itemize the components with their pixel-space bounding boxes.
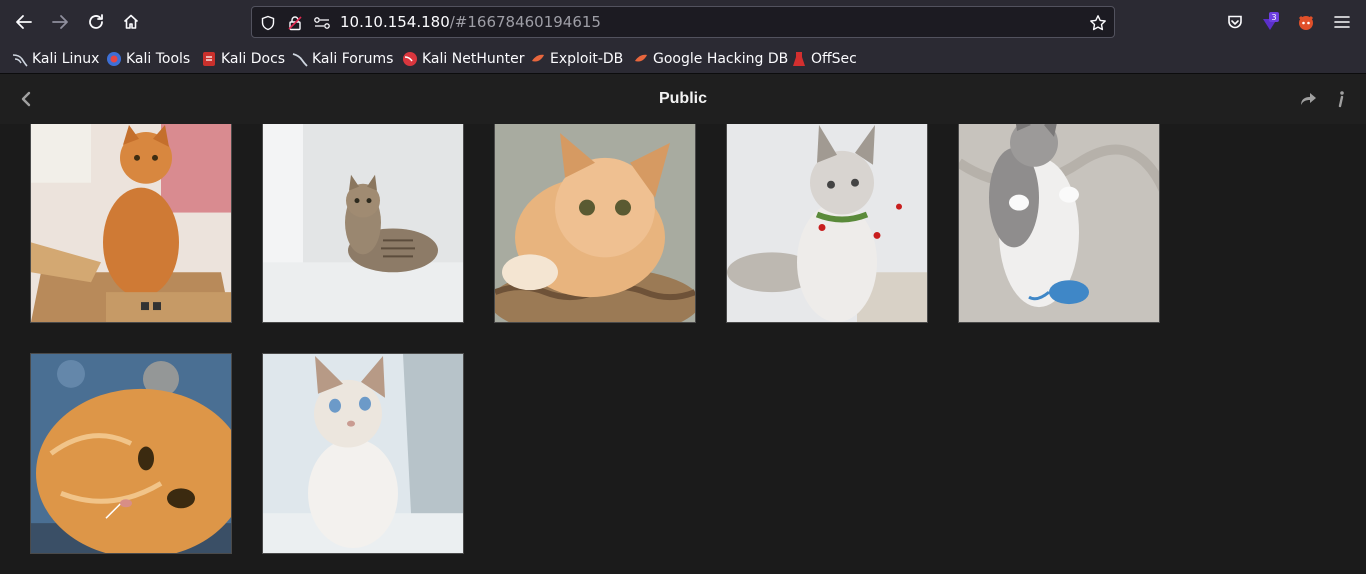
bookmark-kali-forums[interactable]: Kali Forums	[292, 49, 393, 69]
pocket-button[interactable]	[1220, 7, 1250, 37]
home-icon	[123, 14, 139, 29]
ghdb-icon	[633, 51, 649, 67]
url-host: 10.10.154.180	[340, 13, 450, 31]
reload-icon	[89, 14, 103, 29]
home-button[interactable]	[116, 7, 146, 37]
kali-dragon-icon	[12, 51, 28, 67]
bookmark-kali-tools[interactable]: Kali Tools	[106, 49, 190, 69]
browser-toolbar: 10.10.154.180/#16678460194615 3	[0, 0, 1366, 44]
fox-extension-icon	[1298, 15, 1314, 30]
insecure-lock-icon[interactable]	[285, 13, 305, 33]
photo-thumbnail[interactable]	[494, 124, 696, 323]
photo-thumbnail[interactable]	[262, 124, 464, 323]
bookmark-label: OffSec	[811, 51, 857, 67]
nethunter-icon	[402, 51, 418, 67]
bookmarks-toolbar: Kali Linux Kali Tools Kali Docs Kali For…	[0, 44, 1366, 74]
kali-docs-icon	[201, 51, 217, 67]
scrollbar[interactable]	[1360, 124, 1366, 574]
extension-fox-button[interactable]	[1291, 7, 1321, 37]
share-arrow-icon	[1301, 93, 1316, 105]
share-button[interactable]	[1298, 88, 1320, 110]
bookmark-label: Kali Linux	[32, 51, 100, 67]
url-path: /#16678460194615	[449, 13, 601, 31]
bookmark-label: Kali Tools	[126, 51, 191, 67]
offsec-icon	[791, 51, 807, 67]
bookmark-kali-linux[interactable]: Kali Linux	[12, 49, 99, 69]
bookmark-label: Kali Docs	[221, 51, 286, 67]
bookmark-google-hacking-db[interactable]: Google Hacking DB	[633, 49, 788, 69]
info-button[interactable]	[1330, 88, 1352, 110]
back-button[interactable]	[9, 7, 39, 37]
url-text[interactable]: 10.10.154.180/#16678460194615	[340, 13, 601, 31]
photo-thumbnail[interactable]	[30, 124, 232, 323]
page-title: Public	[658, 90, 707, 107]
shield-icon[interactable]	[258, 13, 278, 33]
photo-thumbnail[interactable]	[726, 124, 928, 323]
reload-button[interactable]	[81, 7, 111, 37]
info-icon	[1338, 91, 1344, 108]
photo-gallery	[0, 124, 1366, 574]
bookmark-label: Kali Forums	[312, 51, 394, 67]
bookmark-label: Kali NetHunter	[422, 51, 525, 67]
kali-tools-icon	[106, 51, 122, 67]
bookmark-exploit-db[interactable]: Exploit-DB	[530, 49, 623, 69]
svg-text:3: 3	[1271, 13, 1276, 22]
pocket-icon	[1228, 15, 1242, 29]
forward-button[interactable]	[45, 7, 75, 37]
permissions-icon[interactable]	[312, 13, 332, 33]
photo-thumbnail[interactable]	[958, 124, 1160, 323]
extension-button[interactable]: 3	[1255, 7, 1285, 37]
photo-thumbnail[interactable]	[262, 353, 464, 554]
photo-thumbnail[interactable]	[30, 353, 232, 554]
arrow-left-icon	[16, 15, 32, 29]
gallery-header: Public	[0, 74, 1366, 124]
exploitdb-icon	[530, 51, 546, 67]
bookmark-label: Google Hacking DB	[653, 51, 789, 67]
url-bar[interactable]: 10.10.154.180/#16678460194615	[251, 6, 1115, 38]
bookmark-star-icon[interactable]	[1088, 13, 1108, 33]
extension-icon: 3	[1263, 12, 1279, 30]
arrow-right-icon	[52, 15, 68, 29]
bookmark-offsec[interactable]: OffSec	[791, 49, 857, 69]
menu-button[interactable]	[1327, 7, 1357, 37]
hamburger-menu-icon	[1334, 16, 1350, 28]
kali-forums-icon	[292, 51, 308, 67]
bookmark-label: Exploit-DB	[550, 51, 624, 67]
bookmark-kali-docs[interactable]: Kali Docs	[201, 49, 285, 69]
bookmark-kali-nethunter[interactable]: Kali NetHunter	[402, 49, 524, 69]
